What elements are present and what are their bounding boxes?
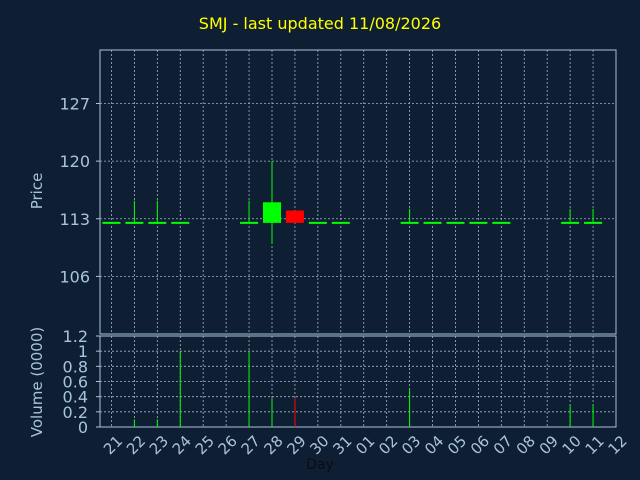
price-tick-label: 127 (59, 95, 90, 114)
stock-chart: 10611312012700.20.40.60.811.221222324252… (59, 49, 631, 458)
volume-tick-label: 1.2 (63, 327, 88, 346)
price-tick-label: 120 (59, 152, 90, 171)
candle-body (285, 210, 304, 223)
price-tick-label: 106 (59, 267, 90, 286)
candle-body (263, 202, 281, 223)
price-tick-label: 113 (59, 210, 90, 229)
day-tick-label: 12 (605, 432, 631, 458)
price-panel-frame (99, 49, 617, 335)
